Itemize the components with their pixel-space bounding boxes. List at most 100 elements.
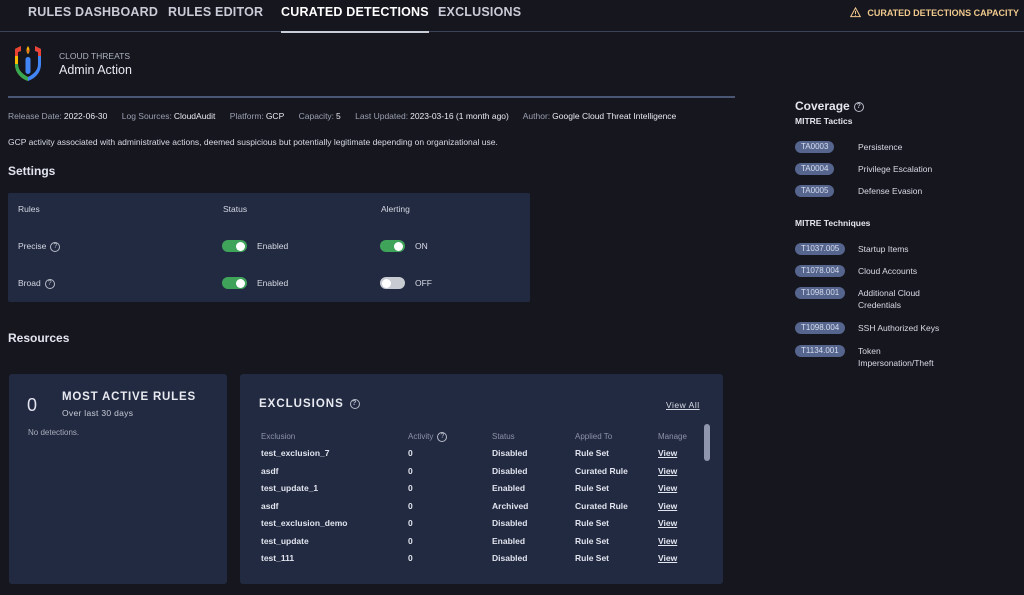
exclusion-activity: 0 <box>408 518 413 528</box>
exclusion-applied-to: Rule Set <box>575 483 610 493</box>
precise-alerting-toggle[interactable] <box>380 240 405 252</box>
tab-rules-editor[interactable]: RULES EDITOR <box>168 5 263 31</box>
header-divider <box>8 96 735 98</box>
author-value: Google Cloud Threat Intelligence <box>552 111 677 121</box>
technique-id-badge[interactable]: T1078.004 <box>795 265 846 277</box>
exclusion-applied-to: Rule Set <box>575 448 610 458</box>
curated-detections-capacity-link[interactable]: CURATED DETECTIONS CAPACITY <box>850 7 1019 18</box>
exclusion-activity: 0 <box>408 483 413 493</box>
view-exclusion-link[interactable]: View <box>658 448 677 458</box>
settings-heading: Settings <box>8 164 56 178</box>
help-icon[interactable]: ? <box>853 101 864 112</box>
precise-status-label: Enabled <box>257 241 289 251</box>
rules-column-header: Rules <box>18 204 40 214</box>
capacity-label: CURATED DETECTIONS CAPACITY <box>867 7 1019 18</box>
exclusion-name: asdf <box>261 500 279 511</box>
manage-column-header: Manage <box>658 432 687 441</box>
exclusion-applied-to: Rule Set <box>575 535 610 546</box>
exclusions-scrollbar[interactable] <box>704 424 710 461</box>
toggle-knob <box>382 278 391 288</box>
table-row: asdf 0 Archived Curated Rule View <box>0 501 1024 518</box>
tactic-id-badge[interactable]: TA0005 <box>795 185 835 197</box>
status-column-header: Status <box>492 432 515 441</box>
table-row: test_update 0 Enabled Rule Set View <box>0 536 1024 553</box>
broad-rule-name: Broad <box>18 278 41 288</box>
table-row: test_exclusion_7 0 Disabled Rule Set Vie… <box>0 448 1024 465</box>
technique-id-badge[interactable]: T1037.005 <box>795 243 846 255</box>
table-row: test_exclusion_demo 0 Disabled Rule Set … <box>0 518 1024 535</box>
release-date-key: Release Date: <box>8 111 62 121</box>
most-active-rules-count: 0 <box>27 395 38 415</box>
log-sources-key: Log Sources: <box>121 111 172 121</box>
exclusion-status: Enabled <box>492 483 526 493</box>
view-exclusion-link[interactable]: View <box>658 518 677 528</box>
view-exclusion-link[interactable]: View <box>658 501 677 511</box>
last-updated-key: Last Updated: <box>355 111 409 121</box>
help-icon[interactable]: ? <box>44 278 55 289</box>
broad-status-toggle[interactable] <box>222 277 247 289</box>
help-icon[interactable]: ? <box>50 241 61 252</box>
broad-alerting-label: OFF <box>415 278 432 288</box>
help-icon[interactable]: ? <box>349 398 360 409</box>
exclusion-activity: 0 <box>408 553 413 563</box>
tactic-name: Persistence <box>858 142 903 152</box>
exclusion-name: test_exclusion_demo <box>261 518 348 528</box>
no-detections-message: No detections. <box>28 428 80 437</box>
applied-to-column-header: Applied To <box>575 432 613 441</box>
exclusion-name: test_111 <box>261 553 295 563</box>
broad-alerting-toggle[interactable] <box>380 277 405 289</box>
tab-exclusions[interactable]: EXCLUSIONS <box>438 5 521 31</box>
release-date-value: 2022-06-30 <box>63 111 108 121</box>
technique-name: Additional Cloud Credentials <box>858 288 920 310</box>
exclusion-status: Disabled <box>492 448 528 458</box>
tactic-id-badge[interactable]: TA0003 <box>795 141 835 153</box>
precise-status-toggle[interactable] <box>222 240 247 252</box>
activity-column-header: Activity? <box>408 432 448 442</box>
technique-name: Token Impersonation/Theft <box>858 346 934 368</box>
exclusion-activity: 0 <box>408 535 413 546</box>
activity-header-text: Activity <box>408 432 434 442</box>
tab-curated-detections[interactable]: CURATED DETECTIONS <box>281 5 429 33</box>
table-row: asdf 0 Disabled Curated Rule View <box>0 466 1024 483</box>
view-exclusion-link[interactable]: View <box>658 553 677 563</box>
exclusion-applied-to: Rule Set <box>575 553 610 563</box>
tab-rules-dashboard[interactable]: RULES DASHBOARD <box>28 5 158 31</box>
top-navigation: RULES DASHBOARD RULES EDITOR CURATED DET… <box>0 0 1024 33</box>
rule-set-category: CLOUD THREATS <box>59 51 131 61</box>
technique-name: SSH Authorized Keys <box>858 323 940 333</box>
toggle-knob <box>236 241 245 251</box>
log-sources-value: CloudAudit <box>173 111 216 121</box>
view-exclusion-link[interactable]: View <box>658 483 677 493</box>
help-icon[interactable]: ? <box>437 432 448 442</box>
capacity-key: Capacity: <box>298 111 335 121</box>
settings-panel: Rules Status Alerting Precise? Enabled O… <box>8 193 530 302</box>
most-active-rules-subtitle: Over last 30 days <box>62 408 134 418</box>
alerting-column-header: Alerting <box>381 204 410 214</box>
broad-status-label: Enabled <box>257 278 289 288</box>
exclusions-title-text: EXCLUSIONS <box>259 398 344 410</box>
view-exclusion-link[interactable]: View <box>658 536 677 546</box>
tactic-id-badge[interactable]: TA0004 <box>795 163 835 175</box>
table-row: test_111 0 Disabled Rule Set View <box>0 553 1024 570</box>
author-key: Author: <box>522 111 551 121</box>
technique-name: Cloud Accounts <box>858 266 918 276</box>
toggle-knob <box>394 241 403 251</box>
exclusion-column-header: Exclusion <box>261 432 296 441</box>
exclusion-status: Disabled <box>492 553 528 563</box>
rule-set-description: GCP activity associated with administrat… <box>8 137 498 147</box>
mitre-techniques-heading: MITRE Techniques <box>795 218 871 228</box>
most-active-rules-title: MOST ACTIVE RULES <box>62 391 196 403</box>
technique-id-badge[interactable]: T1098.004 <box>795 322 846 334</box>
exclusion-applied-to: Rule Set <box>575 518 610 528</box>
rule-set-metadata: Release Date: 2022-06-30 Log Sources: Clou… <box>8 111 688 121</box>
table-row: test_update_1 0 Enabled Rule Set View <box>0 483 1024 500</box>
view-all-exclusions-link[interactable]: View All <box>666 400 700 410</box>
view-exclusion-link[interactable]: View <box>658 466 677 476</box>
exclusions-title: EXCLUSIONS? <box>259 398 360 410</box>
technique-id-badge[interactable]: T1134.001 <box>795 345 845 357</box>
exclusion-status: Archived <box>492 500 529 511</box>
toggle-knob <box>236 278 245 288</box>
precise-rule-label: Precise? <box>18 241 61 252</box>
technique-id-badge[interactable]: T1098.001 <box>795 287 846 299</box>
capacity-value: 5 <box>336 111 341 121</box>
